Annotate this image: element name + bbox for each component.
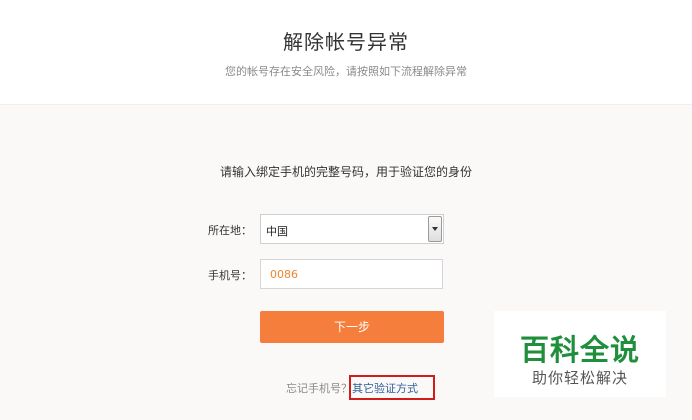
phone-label: 手机号： bbox=[208, 269, 252, 282]
region-select-value: 中国 bbox=[266, 225, 288, 238]
watermark-title: 百科全说 bbox=[519, 333, 640, 367]
page-title: 解除帐号异常 bbox=[283, 30, 409, 54]
region-select[interactable]: 中国 bbox=[260, 214, 444, 244]
dropdown-arrow-icon[interactable] bbox=[428, 216, 442, 242]
forgot-phone-text: 忘记手机号？ bbox=[286, 382, 352, 395]
page-subtitle: 您的帐号存在安全风险，请按照如下流程解除异常 bbox=[225, 65, 467, 78]
phone-input[interactable]: 0086 bbox=[260, 259, 443, 289]
watermark-subtitle: 助你轻松解决 bbox=[531, 369, 628, 387]
region-label: 所在地： bbox=[208, 224, 252, 237]
watermark-logo: 百科全说 助你轻松解决 bbox=[494, 311, 666, 397]
next-button[interactable]: 下一步 bbox=[260, 311, 444, 343]
instruction-text: 请输入绑定手机的完整号码，用于验证您的身份 bbox=[219, 165, 472, 179]
header: 解除帐号异常 您的帐号存在安全风险，请按照如下流程解除异常 bbox=[0, 0, 692, 105]
phone-input-value: 0086 bbox=[270, 268, 298, 281]
highlight-box bbox=[349, 375, 435, 400]
